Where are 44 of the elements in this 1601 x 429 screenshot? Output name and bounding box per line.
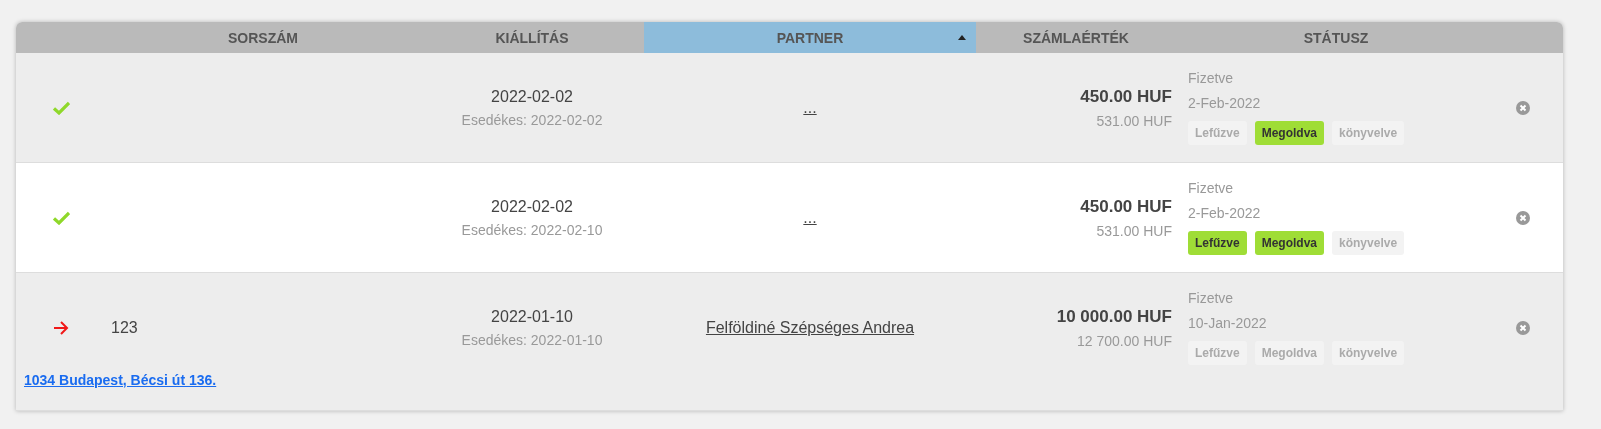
- gross-amount: 531.00 HUF: [1095, 222, 1172, 239]
- remove-icon[interactable]: [1516, 100, 1530, 115]
- due-date: Esedékes: 2022-02-02: [460, 111, 604, 128]
- column-header[interactable]: SORSZÁM: [106, 22, 420, 53]
- payment-date: 2-Feb-2022: [1188, 205, 1262, 221]
- issue-date: 2022-01-10: [490, 307, 574, 326]
- net-amount: 450.00 HUF: [1079, 86, 1172, 107]
- column-header[interactable]: PARTNER: [644, 22, 976, 53]
- issue-date: 2022-02-02: [490, 87, 574, 106]
- gross-amount: 12 700.00 HUF: [1076, 332, 1172, 349]
- invoice-number: 123: [111, 318, 138, 336]
- partner-link[interactable]: Felföldiné Szépséges Andrea: [705, 318, 915, 336]
- net-amount: 450.00 HUF: [1079, 196, 1172, 217]
- status-tag[interactable]: könyvelve: [1332, 341, 1405, 365]
- due-date: Esedékes: 2022-01-10: [460, 331, 604, 348]
- address-link[interactable]: 1034 Budapest, Bécsi út 136.: [24, 372, 217, 388]
- remove-icon[interactable]: [1516, 210, 1530, 225]
- payment-date: 2-Feb-2022: [1188, 95, 1262, 111]
- remove-icon[interactable]: [1516, 320, 1530, 335]
- column-header[interactable]: KIÁLLÍTÁS: [420, 22, 644, 53]
- status-tag[interactable]: Megoldva: [1254, 121, 1325, 145]
- table-row[interactable]: 2022-02-02 Esedékes: 2022-02-02 ... 450.00 HUF 531.00 HUF Fizetve 2-Feb-2022 Lefűzve Megoldva könyvelve: [16, 53, 1563, 162]
- status-tag[interactable]: könyvelve: [1332, 121, 1405, 145]
- column-header[interactable]: STÁTUSZ: [1176, 22, 1496, 53]
- sort-caret-icon: [958, 35, 966, 40]
- gross-amount: 531.00 HUF: [1095, 112, 1172, 129]
- due-date: Esedékes: 2022-02-10: [460, 221, 604, 238]
- status-tag[interactable]: Lefűzve: [1188, 341, 1247, 365]
- partner-link[interactable]: ...: [803, 98, 817, 116]
- payment-status: Fizetve: [1188, 70, 1235, 86]
- payment-date: 10-Jan-2022: [1188, 315, 1268, 331]
- table-row[interactable]: 123 2022-01-10 Esedékes: 2022-01-10 Felföldiné Szépséges Andrea 10 000.00 HUF 12 700.00 HUF Fizetve 10-Jan-2022 Lefűzve Megoldva könyvelve 1034 Budapest, Bécsi út 136.: [16, 273, 1563, 410]
- status-tag[interactable]: Lefűzve: [1188, 231, 1247, 255]
- payment-status: Fizetve: [1188, 180, 1235, 196]
- payment-status: Fizetve: [1188, 290, 1235, 306]
- partner-link[interactable]: ...: [803, 208, 817, 226]
- column-header[interactable]: SZÁMLAÉRTÉK: [976, 22, 1176, 53]
- status-tag[interactable]: könyvelve: [1332, 231, 1405, 255]
- status-tag[interactable]: Megoldva: [1254, 231, 1325, 255]
- status-tag[interactable]: Megoldva: [1254, 341, 1325, 365]
- status-tag[interactable]: Lefűzve: [1188, 121, 1247, 145]
- net-amount: 10 000.00 HUF: [1055, 306, 1172, 327]
- issue-date: 2022-02-02: [490, 197, 574, 216]
- table-row[interactable]: 2022-02-02 Esedékes: 2022-02-10 ... 450.00 HUF 531.00 HUF Fizetve 2-Feb-2022 Lefűzve Megoldva könyvelve: [16, 163, 1563, 272]
